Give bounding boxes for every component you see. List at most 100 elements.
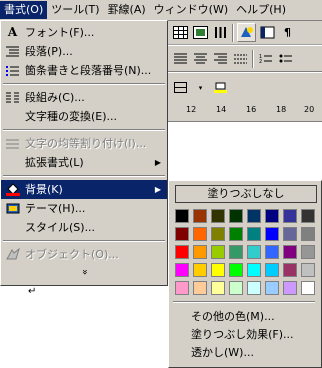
color-swatch[interactable] xyxy=(175,263,189,277)
columns-icon xyxy=(5,90,20,105)
menu-tools[interactable]: ツール(T) xyxy=(47,1,103,19)
color-swatch[interactable] xyxy=(175,245,189,259)
color-swatch[interactable] xyxy=(211,263,225,277)
bullets-icon[interactable] xyxy=(277,50,294,67)
highlight-icon[interactable] xyxy=(212,79,229,96)
object-icon xyxy=(5,247,20,262)
columns-toolbar-icon[interactable] xyxy=(212,24,229,41)
color-swatch[interactable] xyxy=(193,263,207,277)
color-swatch[interactable] xyxy=(265,245,279,259)
distribute-icon[interactable] xyxy=(232,50,249,67)
color-swatch[interactable] xyxy=(211,281,225,295)
align-justify-icon[interactable] xyxy=(172,50,189,67)
menu-item-label: オブジェクト(O)... xyxy=(25,248,119,261)
color-swatch[interactable] xyxy=(301,281,315,295)
menu-item-change-case[interactable]: 文字種の変換(E)... xyxy=(1,107,167,126)
color-swatch[interactable] xyxy=(301,263,315,277)
color-swatch[interactable] xyxy=(283,281,297,295)
menu-item-label: 箇条書きと段落番号(N)... xyxy=(25,64,152,77)
bullets-numbering-icon xyxy=(5,63,20,78)
theme-icon xyxy=(5,201,20,216)
menu-item-paragraph[interactable]: 段落(P)... xyxy=(1,42,167,61)
color-swatch[interactable] xyxy=(247,281,261,295)
align-center-icon[interactable] xyxy=(192,50,209,67)
horizontal-ruler[interactable]: 12 14 16 18 20 xyxy=(168,103,322,122)
menu-item-label: 文字種の変換(E)... xyxy=(25,110,118,123)
menu-item-label: 段組み(C)... xyxy=(25,91,85,104)
align-right-icon[interactable] xyxy=(212,50,229,67)
dropdown-arrow-icon[interactable]: ▾ xyxy=(192,79,209,96)
toolbar-separator xyxy=(232,23,234,42)
color-swatch[interactable] xyxy=(193,245,207,259)
background-submenu: 塗りつぶしなし その他の色(M)... 塗りつぶし効果(F)... 透かし(W)… xyxy=(168,180,322,368)
toolbar-extension: ▾ xyxy=(168,73,322,103)
more-colors-item[interactable]: その他の色(M)... xyxy=(191,309,275,325)
menu-item-label: 段落(P)... xyxy=(25,45,73,58)
color-swatch[interactable] xyxy=(265,281,279,295)
color-swatch[interactable] xyxy=(247,209,261,223)
color-swatch[interactable] xyxy=(211,227,225,241)
color-swatch[interactable] xyxy=(193,281,207,295)
fill-effects-item[interactable]: 塗りつぶし効果(F)... xyxy=(191,327,294,343)
color-swatch[interactable] xyxy=(301,227,315,241)
border-icon[interactable] xyxy=(172,79,189,96)
color-swatch[interactable] xyxy=(301,245,315,259)
submenu-arrow-icon: ▶ xyxy=(154,158,161,167)
color-swatch[interactable] xyxy=(211,245,225,259)
color-swatch[interactable] xyxy=(283,209,297,223)
distribute-text-icon xyxy=(5,136,20,151)
submenu-arrow-icon: ▶ xyxy=(154,185,161,194)
menu-separator xyxy=(3,129,165,131)
color-swatch[interactable] xyxy=(247,227,261,241)
color-swatch[interactable] xyxy=(283,263,297,277)
formatting-toolbar: 12 xyxy=(168,46,322,72)
ruler-tick: 12 xyxy=(186,105,197,114)
color-swatch[interactable] xyxy=(229,227,243,241)
menu-item-bullets-numbering[interactable]: 箇条書きと段落番号(N)... xyxy=(1,61,167,80)
standard-toolbar: ¶ xyxy=(168,21,322,45)
color-swatch[interactable] xyxy=(193,209,207,223)
menu-item-label: 背景(K) xyxy=(25,183,63,196)
color-swatch[interactable] xyxy=(229,263,243,277)
color-swatch[interactable] xyxy=(301,209,315,223)
color-swatch[interactable] xyxy=(175,209,189,223)
color-palette xyxy=(175,209,315,295)
color-swatch[interactable] xyxy=(265,227,279,241)
menu-separator xyxy=(173,301,315,303)
menu-window[interactable]: ウィンドウ(W) xyxy=(150,1,232,19)
document-map-icon[interactable] xyxy=(259,24,276,41)
drawing-icon[interactable] xyxy=(237,23,256,42)
color-swatch[interactable] xyxy=(283,245,297,259)
color-swatch[interactable] xyxy=(283,227,297,241)
insert-excel-icon[interactable] xyxy=(192,24,209,41)
color-swatch[interactable] xyxy=(247,245,261,259)
color-swatch[interactable] xyxy=(265,209,279,223)
color-swatch[interactable] xyxy=(229,281,243,295)
insert-table-icon[interactable] xyxy=(172,24,189,41)
menu-item-columns[interactable]: 段組み(C)... xyxy=(1,88,167,107)
color-swatch[interactable] xyxy=(229,209,243,223)
menu-item-label: 拡張書式(L) xyxy=(25,156,84,169)
color-swatch[interactable] xyxy=(193,227,207,241)
show-hide-icon[interactable]: ¶ xyxy=(279,24,296,41)
paragraph-mark: ↵ xyxy=(28,286,37,297)
watermark-item[interactable]: 透かし(W)... xyxy=(191,345,254,361)
color-swatch[interactable] xyxy=(247,263,261,277)
color-swatch[interactable] xyxy=(175,281,189,295)
color-swatch[interactable] xyxy=(265,263,279,277)
color-swatch[interactable] xyxy=(229,245,243,259)
numbering-icon[interactable]: 12 xyxy=(257,50,274,67)
menu-item-distribute-text: 文字の均等割り付け(I)... xyxy=(1,134,167,153)
menu-format[interactable]: 書式(O) xyxy=(0,1,48,19)
color-swatch[interactable] xyxy=(211,209,225,223)
menu-help[interactable]: ヘルプ(H) xyxy=(232,1,290,19)
no-fill-button[interactable]: 塗りつぶしなし xyxy=(175,185,317,203)
menu-table[interactable]: 罫線(A) xyxy=(104,1,150,19)
menu-item-extended-format[interactable]: 拡張書式(L) ▶ xyxy=(1,153,167,172)
color-swatch[interactable] xyxy=(175,227,189,241)
menu-item-label: 文字の均等割り付け(I)... xyxy=(25,137,147,150)
paragraph-icon xyxy=(5,44,20,59)
expand-menu-icon[interactable]: » xyxy=(76,189,92,355)
menu-item-font[interactable]: A フォント(F)... xyxy=(1,23,167,42)
font-a-icon: A xyxy=(7,25,18,39)
